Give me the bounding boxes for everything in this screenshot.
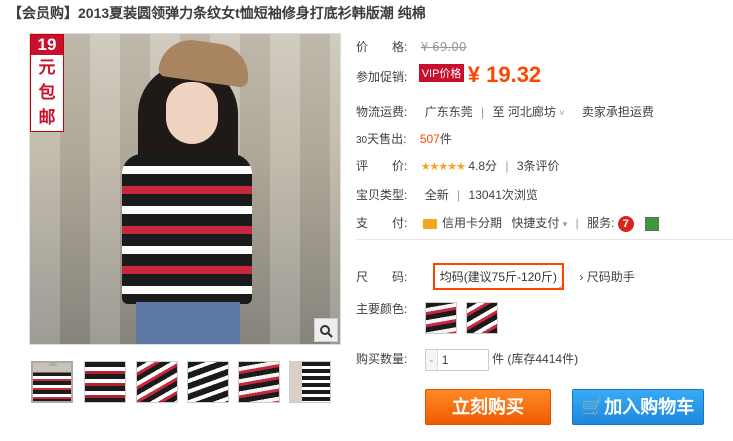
rating-label: 评 价: — [356, 159, 408, 173]
promo-badge-line2: 包 — [38, 83, 56, 102]
thumbnail-5[interactable] — [238, 361, 280, 403]
cart-icon: 🛒 — [581, 397, 605, 417]
promo-badge-number: 19 — [31, 35, 63, 55]
model-jeans — [136, 302, 240, 344]
quantity-input[interactable]: 1 — [438, 350, 488, 370]
chevron-down-icon[interactable]: ˅ — [559, 108, 564, 118]
thumbnail-1[interactable] — [31, 361, 73, 403]
thumbnail-6[interactable] — [289, 361, 331, 403]
main-product-image[interactable]: 19 元 包 邮 — [29, 33, 341, 345]
shipping-label: 物流运费: — [356, 105, 408, 119]
item-condition: 全新 — [424, 188, 449, 202]
size-label: 尺 码: — [356, 270, 408, 284]
shipping-row: 物流运费: 广东东莞 | 至 河北廊坊 ˅ 卖家承担运费 — [356, 103, 654, 120]
payment-label: 支 付: — [356, 216, 408, 230]
promo-badge-line1: 元 — [38, 58, 56, 77]
vip-price-badge: VIP价格 — [418, 64, 465, 82]
original-price: ¥ 69.00 — [420, 40, 467, 54]
size-helper-link[interactable]: › 尺码助手 — [579, 270, 634, 284]
price-label: 价 格: — [356, 40, 408, 54]
shipping-destination[interactable]: 河北廊坊 — [508, 105, 556, 119]
credit-card-icon — [422, 218, 437, 229]
promo-label: 参加促销: — [356, 70, 408, 84]
review-count-link[interactable]: 3条评价 — [517, 159, 560, 173]
view-count: 13041次浏览 — [468, 188, 538, 202]
service-label: 服务: — [587, 216, 615, 230]
color-option-2[interactable] — [466, 301, 499, 334]
quantity-decrement[interactable]: - — [425, 350, 438, 370]
promo-badge-line3: 邮 — [38, 108, 56, 127]
rating-separator: | — [505, 159, 509, 173]
sold-label: 天售出: — [367, 132, 407, 146]
section-divider — [356, 239, 733, 240]
type-label: 宝贝类型: — [356, 188, 408, 202]
shipping-separator: | — [481, 105, 485, 119]
sold-row: 30天售出: 507件 — [356, 130, 452, 147]
shipping-to-prefix: 至 — [492, 105, 505, 119]
quantity-row: 购买数量: -1 件 (库存4414件) — [356, 349, 578, 371]
stock-count: (库存4414件) — [507, 352, 579, 367]
product-info-panel: 价 格: ¥ 69.00 参加促销: VIP价格 ¥ 19.32 物流运费: 广… — [356, 0, 733, 441]
type-row: 宝贝类型: 全新 | 13041次浏览 — [356, 186, 538, 203]
model-face — [166, 82, 218, 144]
promo-badge: 19 元 包 邮 — [30, 34, 64, 132]
promo-price: ¥ 19.32 — [467, 62, 542, 87]
sold-count: 507 — [419, 132, 440, 146]
search-icon — [320, 325, 333, 339]
price-row: 价 格: ¥ 69.00 — [356, 38, 467, 55]
size-row: 尺 码: 均码(建议75斤-120斤) › 尺码助手 — [356, 263, 635, 293]
type-separator: | — [457, 188, 461, 202]
guarantee-icon[interactable] — [645, 216, 660, 231]
thumbnail-4[interactable] — [187, 361, 229, 403]
quantity-label: 购买数量: — [356, 352, 408, 367]
color-label: 主要颜色: — [356, 302, 408, 316]
payment-row: 支 付: 信用卡分期 快捷支付 ▾ | 服务: 7 — [356, 214, 660, 232]
star-rating-icon: ★★★★★ — [420, 161, 466, 173]
zoom-button[interactable] — [314, 318, 338, 342]
add-to-cart-label: 加入购物车 — [604, 397, 695, 417]
size-option-selected[interactable]: 均码(建议75斤-120斤) — [432, 263, 565, 293]
shipping-fee: 卖家承担运费 — [581, 105, 654, 119]
shipping-from: 广东东莞 — [424, 105, 473, 119]
buy-now-button[interactable]: 立刻购买 — [425, 389, 551, 425]
credit-installment: 信用卡分期 — [442, 216, 503, 230]
model-striped-shirt — [122, 154, 252, 304]
thumbnail-3[interactable] — [136, 361, 178, 403]
add-to-cart-button[interactable]: 🛒加入购物车 — [572, 389, 704, 425]
quantity-unit: 件 — [492, 352, 505, 367]
payment-separator: | — [575, 216, 579, 230]
rating-score: 4.8分 — [468, 159, 498, 173]
sold-unit: 件 — [439, 132, 452, 146]
rating-row: 评 价: ★★★★★ 4.8分 | 3条评价 — [356, 157, 560, 174]
promo-row: 参加促销: VIP价格 ¥ 19.32 — [356, 62, 541, 88]
expand-icon[interactable]: ▾ — [563, 219, 568, 229]
chevron-right-icon: › — [579, 270, 584, 284]
color-option-1[interactable] — [424, 301, 457, 334]
seven-day-return-icon[interactable]: 7 — [617, 215, 634, 232]
color-row: 主要颜色: — [356, 300, 504, 334]
quick-payment: 快捷支付 — [511, 216, 560, 230]
thumbnail-2[interactable] — [84, 361, 126, 403]
quantity-stepper[interactable]: -1 — [424, 349, 489, 371]
sold-label-num: 30 — [356, 135, 368, 146]
size-helper-label: 尺码助手 — [586, 270, 635, 284]
